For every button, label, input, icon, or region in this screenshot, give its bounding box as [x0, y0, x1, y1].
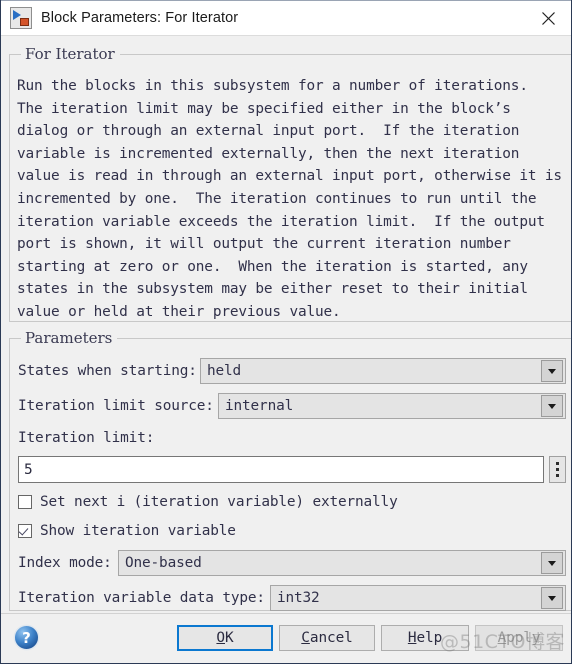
svg-text:?: ? [22, 629, 31, 647]
states-when-starting-label: States when starting: [18, 363, 197, 379]
set-next-i-checkbox[interactable]: Set next i (iteration variable) external… [18, 494, 398, 510]
apply-button: Apply [475, 625, 563, 651]
help-question-icon[interactable]: ? [13, 624, 40, 651]
iteration-variable-data-type-select[interactable]: int32 [270, 585, 566, 611]
cancel-button-label-rest: ancel [309, 630, 353, 646]
chevron-down-icon[interactable] [541, 552, 563, 574]
iteration-limit-label: Iteration limit: [18, 430, 155, 446]
index-mode-select[interactable]: One-based [118, 550, 566, 576]
cancel-button[interactable]: Cancel [279, 625, 375, 651]
description-group: For Iterator Run the blocks in this subs… [9, 45, 571, 322]
index-mode-label: Index mode: [18, 555, 112, 571]
description-text: Run the blocks in this subsystem for a n… [17, 78, 562, 320]
description-group-legend: For Iterator [21, 45, 120, 63]
help-button-label-rest: elp [416, 630, 443, 646]
show-iteration-variable-checkbox[interactable]: Show iteration variable [18, 523, 236, 539]
block-parameters-dialog: Block Parameters: For Iterator For Itera… [0, 0, 572, 664]
states-when-starting-value: held [207, 363, 242, 379]
simulink-block-icon [10, 7, 32, 29]
iteration-limit-source-label: Iteration limit source: [18, 398, 214, 414]
close-icon[interactable] [525, 1, 571, 35]
iteration-limit-input[interactable]: 5 [18, 456, 544, 483]
ok-button[interactable]: OK [177, 625, 273, 651]
chevron-down-icon[interactable] [541, 395, 563, 417]
help-button[interactable]: Help [381, 625, 469, 651]
parameters-group-legend: Parameters [21, 329, 118, 347]
cancel-button-mnemonic: C [301, 630, 310, 646]
dialog-body: For Iterator Run the blocks in this subs… [1, 36, 571, 662]
checkbox-box [18, 495, 32, 509]
ok-button-label-rest: K [225, 630, 234, 646]
apply-button-label-rest: pply [506, 630, 541, 646]
iteration-limit-stepper[interactable] [549, 456, 566, 483]
chevron-down-icon[interactable] [541, 360, 563, 382]
states-when-starting-select[interactable]: held [200, 358, 566, 384]
iteration-limit-value: 5 [24, 461, 33, 478]
checkmark-icon [18, 524, 32, 538]
iteration-limit-source-value: internal [225, 398, 294, 414]
show-iteration-variable-label: Show iteration variable [40, 523, 236, 539]
title-bar: Block Parameters: For Iterator [1, 0, 571, 36]
iteration-variable-data-type-value: int32 [277, 590, 320, 606]
dialog-footer: ? OK Cancel Help Apply @51CTO博客 [1, 613, 571, 662]
apply-button-mnemonic: A [497, 630, 507, 646]
iteration-variable-data-type-label: Iteration variable data type: [18, 590, 265, 606]
iteration-limit-source-select[interactable]: internal [218, 393, 566, 419]
index-mode-value: One-based [125, 555, 202, 571]
ok-button-mnemonic: O [216, 630, 225, 646]
parameters-group: Parameters States when starting: held It… [9, 329, 571, 611]
chevron-down-icon[interactable] [541, 587, 563, 609]
window-title: Block Parameters: For Iterator [41, 10, 239, 26]
set-next-i-label: Set next i (iteration variable) external… [40, 494, 398, 510]
